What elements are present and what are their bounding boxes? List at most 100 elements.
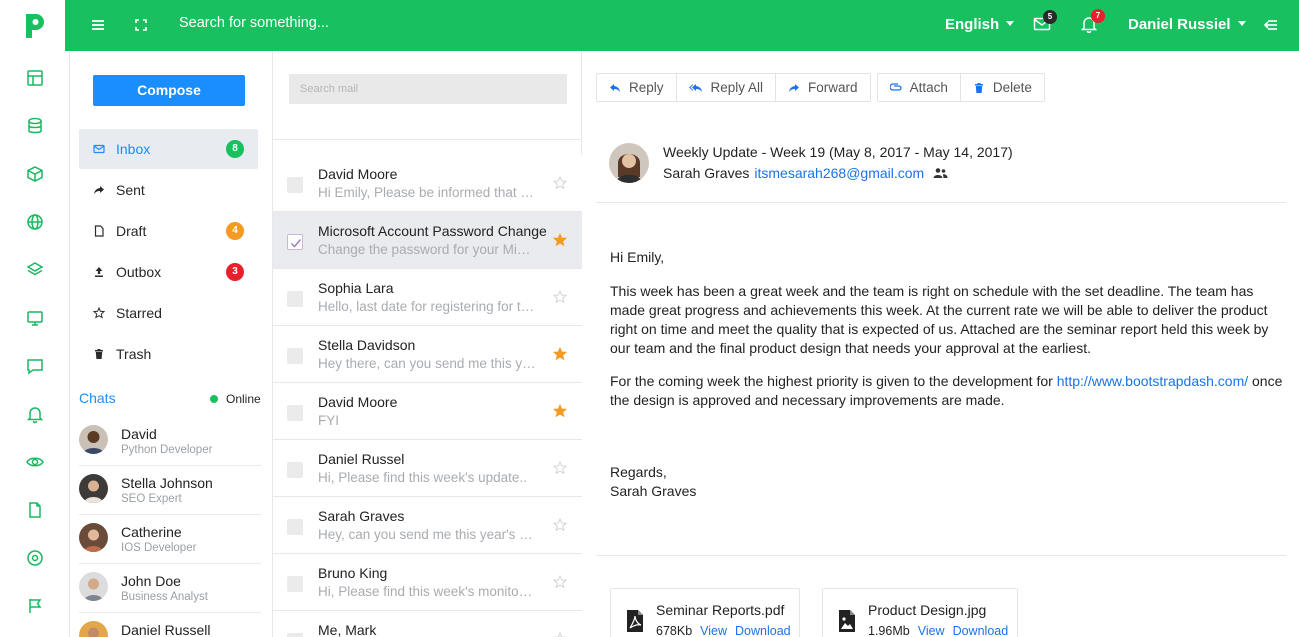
reply-all-label: Reply All <box>710 80 764 95</box>
star-icon[interactable] <box>553 347 567 361</box>
fullscreen-icon[interactable] <box>130 14 152 36</box>
mail-sender: David Moore <box>318 394 398 410</box>
star-icon[interactable] <box>553 575 567 589</box>
document-icon[interactable] <box>25 500 45 520</box>
attachment-download-link[interactable]: Download <box>953 624 1009 637</box>
message-greeting: Hi Emily, <box>610 249 665 265</box>
attachment-view-link[interactable]: View <box>918 624 945 637</box>
mail-row[interactable]: Me, Mark <box>273 611 582 637</box>
attachment-meta: 1.96Mb View Download <box>868 624 1008 637</box>
language-dropdown[interactable]: English <box>945 16 1015 33</box>
divider <box>596 555 1286 556</box>
layout-icon[interactable] <box>25 68 45 88</box>
mail-checkbox[interactable] <box>287 348 303 364</box>
box-icon[interactable] <box>25 164 45 184</box>
forward-label: Forward <box>808 80 858 95</box>
collapse-sidebar-icon[interactable] <box>1260 14 1282 36</box>
chevron-down-icon <box>1006 21 1015 26</box>
globe-icon[interactable] <box>25 212 45 232</box>
mail-row[interactable]: Daniel Russel Hi, Please find this week's… <box>273 440 582 497</box>
monitor-icon[interactable] <box>25 308 45 328</box>
user-menu[interactable]: Daniel Russiel <box>1128 16 1246 33</box>
mail-row[interactable]: Bruno King Hi, Please find this week's mo… <box>273 554 582 611</box>
toolbar-group-actions: Attach Delete <box>876 73 1045 102</box>
attachment-name: Seminar Reports.pdf <box>656 602 785 618</box>
folder-draft[interactable]: Draft 4 <box>79 211 258 251</box>
chat-item[interactable]: Catherine IOS Developer <box>79 515 261 564</box>
mail-checkbox[interactable] <box>287 405 303 421</box>
chat-name: Stella Johnson <box>121 475 213 491</box>
attach-button[interactable]: Attach <box>878 74 961 101</box>
mail-checkbox[interactable] <box>287 519 303 535</box>
message-icon[interactable] <box>25 356 45 376</box>
eye-icon[interactable] <box>25 452 45 472</box>
star-icon[interactable] <box>553 176 567 190</box>
folder-trash[interactable]: Trash <box>79 334 258 374</box>
mail-notifications-button[interactable]: 5 <box>1033 10 1057 34</box>
chat-item[interactable]: Daniel Russell <box>79 613 261 637</box>
mail-checkbox[interactable] <box>287 291 303 307</box>
avatar <box>79 621 108 637</box>
message-subject: Weekly Update - Week 19 (May 8, 2017 - M… <box>663 144 1013 160</box>
star-icon[interactable] <box>553 233 567 247</box>
attachment-size: 678Kb <box>656 624 693 637</box>
mail-row[interactable]: Sophia Lara Hello, last date for register… <box>273 269 582 326</box>
target-icon[interactable] <box>25 548 45 568</box>
mail-checkbox[interactable] <box>287 576 303 592</box>
attachment-download-link[interactable]: Download <box>735 624 791 637</box>
attachment-view-link[interactable]: View <box>700 624 727 637</box>
layers-icon[interactable] <box>25 260 45 280</box>
sender-email-link[interactable]: itsmesarah268@gmail.com <box>754 165 924 181</box>
forward-button[interactable]: Forward <box>776 74 870 101</box>
folder-label: Starred <box>116 305 162 321</box>
search-mail-input[interactable]: Search mail <box>289 74 567 104</box>
star-icon[interactable] <box>553 518 567 532</box>
flag-icon[interactable] <box>25 596 45 616</box>
upload-icon <box>95 267 103 277</box>
chat-item[interactable]: David Python Developer <box>79 417 261 466</box>
reply-all-button[interactable]: Reply All <box>677 74 777 101</box>
compose-button[interactable]: Compose <box>93 75 245 106</box>
chats-heading: Chats <box>79 390 116 406</box>
pdf-file-icon <box>627 610 643 632</box>
bootstrapdash-link[interactable]: http://www.bootstrapdash.com/ <box>1057 373 1248 389</box>
star-icon[interactable] <box>553 290 567 304</box>
mail-row[interactable]: Stella Davidson Hey there, can you send m… <box>273 326 582 383</box>
mail-preview: Hi Emily, Please be informed that the ne… <box>318 185 536 200</box>
star-icon[interactable] <box>553 632 567 637</box>
folder-sent[interactable]: Sent <box>79 170 258 210</box>
online-status: Online <box>210 392 261 406</box>
delete-button[interactable]: Delete <box>961 74 1044 101</box>
mail-row[interactable]: David Moore FYI <box>273 383 582 440</box>
mail-count-badge: 5 <box>1043 10 1057 24</box>
folder-inbox[interactable]: Inbox 8 <box>79 129 258 169</box>
database-icon[interactable] <box>25 116 45 136</box>
mail-checkbox[interactable] <box>287 633 303 637</box>
reply-button[interactable]: Reply <box>597 74 677 101</box>
mail-sender: Daniel Russel <box>318 451 405 467</box>
mail-preview: Hi, Please find this week's update.. <box>318 470 527 485</box>
mail-preview: FYI <box>318 413 340 428</box>
star-icon[interactable] <box>553 461 567 475</box>
mail-row[interactable]: David Moore Hi Emily, Please be informed … <box>273 155 582 212</box>
notifications-button[interactable]: 7 <box>1080 9 1105 34</box>
global-search-input[interactable]: Search for something... <box>179 15 329 31</box>
file-icon <box>94 225 104 237</box>
mail-row[interactable]: Microsoft Account Password Change Change … <box>273 212 582 269</box>
folder-starred[interactable]: Starred <box>79 293 258 333</box>
mail-checkbox[interactable] <box>287 462 303 478</box>
bell-icon[interactable] <box>25 404 45 424</box>
check-icon <box>290 239 302 248</box>
mail-checkbox[interactable] <box>287 234 303 250</box>
chat-item[interactable]: Stella Johnson SEO Expert <box>79 466 261 515</box>
mail-row[interactable]: Sarah Graves Hey, can you send me this ye… <box>273 497 582 554</box>
sender-avatar <box>609 143 649 183</box>
menu-icon[interactable] <box>87 14 109 36</box>
mail-checkbox[interactable] <box>287 177 303 193</box>
star-icon[interactable] <box>553 404 567 418</box>
chat-item[interactable]: John Doe Business Analyst <box>79 564 261 613</box>
attachment-name: Product Design.jpg <box>868 602 987 618</box>
chat-name: David <box>121 426 157 442</box>
folder-outbox[interactable]: Outbox 3 <box>79 252 258 292</box>
logo-icon[interactable] <box>23 12 47 40</box>
